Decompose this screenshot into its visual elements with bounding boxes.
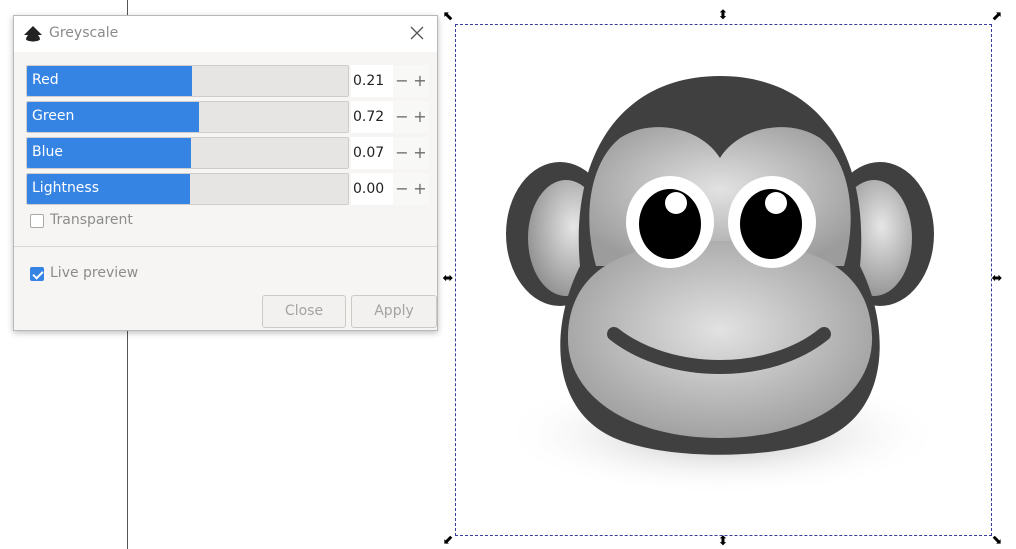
blue-slider-row: Blue 0.07 − +	[26, 137, 429, 169]
green-slider[interactable]: Green	[26, 101, 349, 133]
red-slider-label: Red	[32, 72, 59, 88]
lightness-value-field[interactable]: 0.00	[351, 173, 393, 205]
red-slider-row: Red 0.21 − +	[26, 65, 429, 97]
dialog-title: Greyscale	[49, 25, 119, 41]
red-increment-button[interactable]: +	[411, 65, 429, 97]
red-slider[interactable]: Red	[26, 65, 349, 97]
red-value-field[interactable]: 0.21	[351, 65, 393, 97]
close-button[interactable]: Close	[262, 295, 346, 328]
green-value-field[interactable]: 0.72	[351, 101, 393, 133]
live-preview-label: Live preview	[50, 265, 139, 281]
red-decrement-button[interactable]: −	[393, 65, 411, 97]
green-decrement-button[interactable]: −	[393, 101, 411, 133]
green-slider-label: Green	[32, 108, 75, 124]
blue-increment-button[interactable]: +	[411, 137, 429, 169]
resize-e-handle[interactable]: ⬌	[990, 272, 1004, 286]
lightness-slider-row: Lightness 0.00 − +	[26, 173, 429, 205]
dialog-separator	[14, 246, 437, 247]
green-increment-button[interactable]: +	[411, 101, 429, 133]
blue-slider[interactable]: Blue	[26, 137, 349, 169]
blue-decrement-button[interactable]: −	[393, 137, 411, 169]
apply-button[interactable]: Apply	[351, 295, 437, 328]
live-preview-checkbox[interactable]	[30, 267, 44, 281]
transparent-checkbox[interactable]	[30, 214, 44, 228]
inkscape-logo-icon	[24, 26, 42, 42]
resize-nw-handle[interactable]: ⬉	[441, 10, 455, 24]
green-slider-row: Green 0.72 − +	[26, 101, 429, 133]
blue-value-field[interactable]: 0.07	[351, 137, 393, 169]
transparent-label: Transparent	[50, 212, 133, 228]
lightness-slider-label: Lightness	[32, 180, 100, 196]
resize-se-handle[interactable]: ⬊	[990, 534, 1004, 548]
resize-w-handle[interactable]: ⬌	[441, 272, 455, 286]
lightness-decrement-button[interactable]: −	[393, 173, 411, 205]
blue-slider-label: Blue	[32, 144, 63, 160]
lightness-slider[interactable]: Lightness	[26, 173, 349, 205]
resize-ne-handle[interactable]: ⬈	[990, 10, 1004, 24]
close-icon[interactable]	[409, 25, 425, 41]
dialog-titlebar[interactable]: Greyscale	[14, 16, 437, 52]
resize-n-handle[interactable]: ⬍	[716, 9, 730, 23]
monkey-face-image[interactable]	[500, 66, 948, 498]
resize-s-handle[interactable]: ⬍	[716, 535, 730, 549]
lightness-increment-button[interactable]: +	[411, 173, 429, 205]
greyscale-dialog: Greyscale Red 0.21 − + Green 0.72 − + Bl…	[13, 15, 438, 331]
resize-sw-handle[interactable]: ⬋	[441, 534, 455, 548]
